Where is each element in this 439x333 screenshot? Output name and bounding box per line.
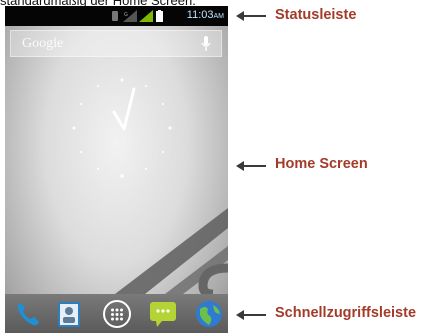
ampm-text: AM [213, 13, 225, 20]
battery-saver-icon [112, 11, 118, 21]
messaging-icon[interactable] [148, 299, 178, 329]
dock-arrow [236, 310, 266, 320]
schnellzugriffsleiste-label: Schnellzugriffsleiste [275, 305, 417, 321]
homescreen-arrow [236, 161, 266, 171]
microphone-icon[interactable] [201, 36, 211, 52]
contacts-icon[interactable] [54, 299, 84, 329]
status-time: 11:03AM [187, 9, 224, 21]
signal-2-icon [139, 10, 153, 22]
home-screen-label: Home Screen [275, 156, 368, 172]
search-label: Google [22, 36, 64, 51]
phone-icon[interactable] [13, 299, 43, 329]
battery-icon [156, 10, 163, 22]
time-text: 11:03 [186, 9, 214, 21]
statusbar-arrow [236, 11, 266, 21]
wallpaper-graphic [115, 208, 228, 294]
browser-icon[interactable] [194, 299, 224, 329]
quick-access-dock [5, 294, 228, 333]
analog-clock-widget[interactable] [62, 68, 182, 188]
signal-1-icon: G [123, 10, 137, 22]
status-bar: G 11:03AM [5, 6, 228, 26]
google-search-bar[interactable]: Google [10, 30, 222, 57]
app-drawer-icon[interactable] [102, 299, 132, 329]
svg-text:G: G [124, 12, 128, 18]
statusleiste-label: Statusleiste [275, 7, 357, 23]
phone-screen: G 11:03AM Google [5, 6, 228, 333]
